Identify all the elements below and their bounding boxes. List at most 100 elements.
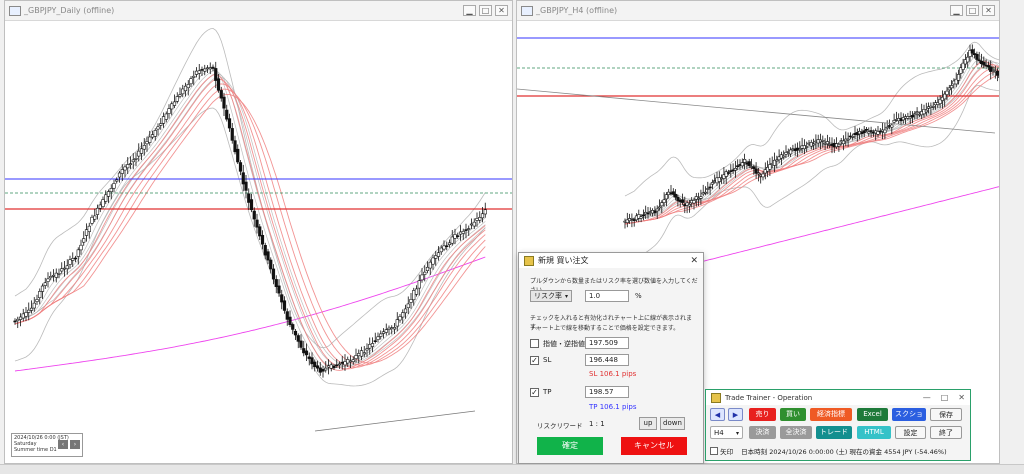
maximize-button[interactable]: □ (479, 5, 492, 16)
candle-body (642, 215, 645, 216)
candle-body (311, 358, 314, 364)
candle-body (707, 188, 710, 189)
candle-body (110, 188, 113, 191)
close-button[interactable]: ✕ (495, 5, 508, 16)
candle-body (60, 269, 63, 271)
prev-bar-button[interactable]: ◀ (710, 408, 725, 421)
daily-price-chart[interactable] (5, 21, 512, 463)
economic-indicator-button[interactable]: 経済指標 (810, 408, 852, 421)
sl-checkbox[interactable]: ✓ (530, 356, 539, 365)
candle-body (140, 149, 143, 154)
close-icon[interactable]: ✕ (958, 393, 965, 402)
arrow-checkbox[interactable] (710, 447, 718, 455)
candle-body (115, 180, 118, 181)
maximize-icon[interactable]: □ (941, 393, 949, 402)
candle-body (868, 132, 871, 134)
candle-body (412, 290, 415, 299)
up-button[interactable]: up (639, 417, 657, 430)
close-button[interactable]: ✕ (982, 5, 995, 16)
tp-checkbox[interactable]: ✓ (530, 388, 539, 397)
candle-body (55, 273, 58, 277)
new-buy-order-dialog[interactable]: 新規 買い注文 ✕ プルダウンから数量またはリスク率を選び数値を入力してください… (518, 252, 704, 464)
arrow-right-icon: ▶ (733, 411, 738, 419)
sl-price-input[interactable]: 196.448 (585, 354, 629, 366)
candle-body (192, 76, 195, 77)
confirm-button[interactable]: 確定 (537, 437, 603, 455)
candle-body (209, 68, 212, 69)
timeframe-select[interactable]: H4 ▾ (710, 426, 743, 439)
html-button[interactable]: HTML (857, 426, 891, 439)
candle-body (393, 327, 396, 329)
candle-body (429, 262, 432, 268)
candle-body (302, 348, 305, 352)
screenshot-button[interactable]: スクショ (892, 408, 926, 421)
candle-body (423, 272, 426, 274)
trade-button[interactable]: トレード (816, 426, 852, 439)
limit-price-input[interactable]: 197.509 (585, 337, 629, 349)
trade-trainer-panel[interactable]: Trade Trainer - Operation — □ ✕ ◀ ▶ 売り 買… (705, 389, 971, 461)
cancel-button[interactable]: キャンセル (621, 437, 687, 455)
candle-body (96, 208, 99, 214)
candle-body (22, 314, 25, 318)
minimize-button[interactable]: ▁ (463, 5, 476, 16)
nav-prev-icon[interactable]: ‹ (58, 440, 68, 449)
sell-button[interactable]: 売り (749, 408, 776, 421)
candle-body (77, 250, 80, 257)
minimize-icon[interactable]: — (923, 393, 931, 402)
candle-body (748, 162, 751, 166)
candle-body (30, 308, 33, 310)
daily-chart-titlebar[interactable]: _GBPJPY_Daily (offline) ▁ □ ✕ (5, 1, 512, 21)
risk-value-input[interactable]: 1.0 (585, 290, 629, 302)
candle-body (113, 183, 116, 188)
maximize-button[interactable]: □ (966, 5, 979, 16)
limit-checkbox[interactable] (530, 339, 539, 348)
trade-trainer-titlebar[interactable]: Trade Trainer - Operation — □ ✕ (706, 390, 970, 405)
candle-body (102, 200, 105, 207)
excel-button[interactable]: Excel (857, 408, 888, 421)
risk-mode-select[interactable]: リスク率 ▾ (530, 290, 572, 302)
candle-body (946, 91, 949, 94)
settle-all-button[interactable]: 全決済 (780, 426, 812, 439)
nav-next-icon[interactable]: › (70, 440, 80, 449)
candle-body (407, 304, 410, 308)
tp-label: TP (543, 388, 552, 396)
candle-body (711, 182, 714, 184)
candle-body (187, 84, 190, 87)
candle-body (124, 167, 127, 170)
save-button[interactable]: 保存 (930, 408, 962, 421)
h4-chart-titlebar[interactable]: _GBPJPY_H4 (offline) ▁ □ ✕ (517, 1, 999, 21)
candle-body (989, 67, 992, 72)
candle-body (294, 331, 297, 335)
daily-chart-window[interactable]: _GBPJPY_Daily (offline) ▁ □ ✕ 2024/10/26… (4, 0, 513, 464)
close-icon[interactable]: ✕ (690, 256, 698, 266)
candle-body (445, 246, 448, 247)
candle-body (206, 68, 209, 69)
candle-body (308, 357, 311, 359)
candle-body (399, 316, 402, 320)
candle-body (267, 252, 270, 260)
candle-body (822, 140, 825, 141)
candle-body (404, 309, 407, 313)
buy-button[interactable]: 買い (780, 408, 806, 421)
candle-body (245, 182, 248, 190)
candle-body (212, 67, 215, 68)
candle-body (789, 150, 792, 154)
tp-price-input[interactable]: 198.57 (585, 386, 629, 398)
candle-body (344, 361, 347, 364)
candle-body (950, 86, 953, 88)
down-button[interactable]: down (660, 417, 685, 430)
order-dialog-titlebar[interactable]: 新規 買い注文 ✕ (519, 253, 703, 268)
settings-button[interactable]: 設定 (895, 426, 926, 439)
minimize-button[interactable]: ▁ (950, 5, 963, 16)
candle-body (118, 173, 121, 177)
red-ma-line (15, 84, 485, 367)
candle-body (176, 97, 179, 102)
trendline[interactable] (315, 411, 475, 431)
candle-body (385, 330, 388, 333)
next-bar-button[interactable]: ▶ (728, 408, 743, 421)
exit-button[interactable]: 終了 (930, 426, 962, 439)
candle-body (126, 165, 129, 168)
settle-button[interactable]: 決済 (749, 426, 776, 439)
candle-body (357, 353, 360, 355)
candle-body (256, 220, 259, 227)
